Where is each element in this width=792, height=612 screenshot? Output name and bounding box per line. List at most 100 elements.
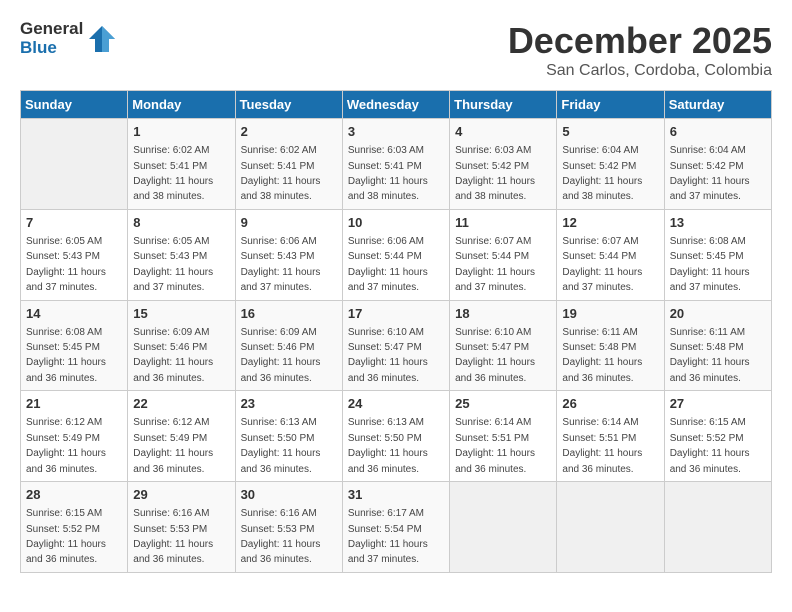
- calendar-day-cell: [557, 482, 664, 573]
- calendar-day-cell: 13 Sunrise: 6:08 AMSunset: 5:45 PMDaylig…: [664, 209, 771, 300]
- day-number: 8: [133, 214, 229, 232]
- day-number: 4: [455, 123, 551, 141]
- day-number: 11: [455, 214, 551, 232]
- day-number: 16: [241, 305, 337, 323]
- logo-blue: Blue: [20, 39, 83, 58]
- day-info: Sunrise: 6:12 AMSunset: 5:49 PMDaylight:…: [26, 417, 106, 474]
- calendar-day-cell: 14 Sunrise: 6:08 AMSunset: 5:45 PMDaylig…: [21, 300, 128, 391]
- calendar-week-row: 1 Sunrise: 6:02 AMSunset: 5:41 PMDayligh…: [21, 119, 772, 210]
- day-of-week-header: Monday: [128, 91, 235, 119]
- calendar-day-cell: 24 Sunrise: 6:13 AMSunset: 5:50 PMDaylig…: [342, 391, 449, 482]
- day-number: 28: [26, 486, 122, 504]
- calendar-day-cell: 28 Sunrise: 6:15 AMSunset: 5:52 PMDaylig…: [21, 482, 128, 573]
- calendar-day-cell: 18 Sunrise: 6:10 AMSunset: 5:47 PMDaylig…: [450, 300, 557, 391]
- day-number: 30: [241, 486, 337, 504]
- calendar-day-cell: 27 Sunrise: 6:15 AMSunset: 5:52 PMDaylig…: [664, 391, 771, 482]
- calendar-day-cell: 4 Sunrise: 6:03 AMSunset: 5:42 PMDayligh…: [450, 119, 557, 210]
- day-number: 1: [133, 123, 229, 141]
- calendar-day-cell: 21 Sunrise: 6:12 AMSunset: 5:49 PMDaylig…: [21, 391, 128, 482]
- day-info: Sunrise: 6:14 AMSunset: 5:51 PMDaylight:…: [455, 417, 535, 474]
- day-info: Sunrise: 6:05 AMSunset: 5:43 PMDaylight:…: [26, 236, 106, 293]
- day-number: 15: [133, 305, 229, 323]
- day-number: 17: [348, 305, 444, 323]
- day-info: Sunrise: 6:09 AMSunset: 5:46 PMDaylight:…: [133, 327, 213, 384]
- day-info: Sunrise: 6:08 AMSunset: 5:45 PMDaylight:…: [26, 327, 106, 384]
- calendar-table: SundayMondayTuesdayWednesdayThursdayFrid…: [20, 90, 772, 573]
- day-info: Sunrise: 6:13 AMSunset: 5:50 PMDaylight:…: [348, 417, 428, 474]
- logo-text: General Blue: [20, 20, 117, 57]
- calendar-day-cell: 12 Sunrise: 6:07 AMSunset: 5:44 PMDaylig…: [557, 209, 664, 300]
- day-of-week-header: Wednesday: [342, 91, 449, 119]
- day-of-week-header: Sunday: [21, 91, 128, 119]
- day-info: Sunrise: 6:04 AMSunset: 5:42 PMDaylight:…: [562, 145, 642, 202]
- day-number: 2: [241, 123, 337, 141]
- day-info: Sunrise: 6:07 AMSunset: 5:44 PMDaylight:…: [562, 236, 642, 293]
- calendar-day-cell: 8 Sunrise: 6:05 AMSunset: 5:43 PMDayligh…: [128, 209, 235, 300]
- day-info: Sunrise: 6:08 AMSunset: 5:45 PMDaylight:…: [670, 236, 750, 293]
- day-number: 7: [26, 214, 122, 232]
- location: San Carlos, Cordoba, Colombia: [508, 62, 772, 80]
- day-number: 29: [133, 486, 229, 504]
- day-number: 12: [562, 214, 658, 232]
- day-number: 31: [348, 486, 444, 504]
- day-info: Sunrise: 6:13 AMSunset: 5:50 PMDaylight:…: [241, 417, 321, 474]
- day-number: 10: [348, 214, 444, 232]
- title-block: December 2025 San Carlos, Cordoba, Colom…: [508, 20, 772, 80]
- day-info: Sunrise: 6:10 AMSunset: 5:47 PMDaylight:…: [348, 327, 428, 384]
- logo: General Blue: [20, 20, 117, 57]
- day-of-week-header: Friday: [557, 91, 664, 119]
- calendar-day-cell: 19 Sunrise: 6:11 AMSunset: 5:48 PMDaylig…: [557, 300, 664, 391]
- day-number: 21: [26, 395, 122, 413]
- logo-general: General: [20, 20, 83, 39]
- day-info: Sunrise: 6:11 AMSunset: 5:48 PMDaylight:…: [562, 327, 642, 384]
- day-info: Sunrise: 6:06 AMSunset: 5:44 PMDaylight:…: [348, 236, 428, 293]
- calendar-week-row: 7 Sunrise: 6:05 AMSunset: 5:43 PMDayligh…: [21, 209, 772, 300]
- calendar-day-cell: 6 Sunrise: 6:04 AMSunset: 5:42 PMDayligh…: [664, 119, 771, 210]
- calendar-day-cell: 31 Sunrise: 6:17 AMSunset: 5:54 PMDaylig…: [342, 482, 449, 573]
- calendar-day-cell: 1 Sunrise: 6:02 AMSunset: 5:41 PMDayligh…: [128, 119, 235, 210]
- day-info: Sunrise: 6:12 AMSunset: 5:49 PMDaylight:…: [133, 417, 213, 474]
- header: General Blue December 2025 San Carlos, C…: [20, 20, 772, 80]
- day-number: 6: [670, 123, 766, 141]
- day-of-week-header: Saturday: [664, 91, 771, 119]
- calendar-day-cell: 3 Sunrise: 6:03 AMSunset: 5:41 PMDayligh…: [342, 119, 449, 210]
- logo-icon: [87, 24, 117, 54]
- calendar-day-cell: 25 Sunrise: 6:14 AMSunset: 5:51 PMDaylig…: [450, 391, 557, 482]
- calendar-day-cell: [664, 482, 771, 573]
- day-number: 3: [348, 123, 444, 141]
- calendar-day-cell: 16 Sunrise: 6:09 AMSunset: 5:46 PMDaylig…: [235, 300, 342, 391]
- day-number: 9: [241, 214, 337, 232]
- calendar-day-cell: 5 Sunrise: 6:04 AMSunset: 5:42 PMDayligh…: [557, 119, 664, 210]
- calendar-week-row: 14 Sunrise: 6:08 AMSunset: 5:45 PMDaylig…: [21, 300, 772, 391]
- day-number: 22: [133, 395, 229, 413]
- day-number: 18: [455, 305, 551, 323]
- calendar-day-cell: 7 Sunrise: 6:05 AMSunset: 5:43 PMDayligh…: [21, 209, 128, 300]
- calendar-day-cell: 30 Sunrise: 6:16 AMSunset: 5:53 PMDaylig…: [235, 482, 342, 573]
- day-info: Sunrise: 6:10 AMSunset: 5:47 PMDaylight:…: [455, 327, 535, 384]
- day-info: Sunrise: 6:06 AMSunset: 5:43 PMDaylight:…: [241, 236, 321, 293]
- day-info: Sunrise: 6:16 AMSunset: 5:53 PMDaylight:…: [133, 508, 213, 565]
- day-number: 20: [670, 305, 766, 323]
- calendar-day-cell: 29 Sunrise: 6:16 AMSunset: 5:53 PMDaylig…: [128, 482, 235, 573]
- day-info: Sunrise: 6:03 AMSunset: 5:41 PMDaylight:…: [348, 145, 428, 202]
- day-info: Sunrise: 6:15 AMSunset: 5:52 PMDaylight:…: [670, 417, 750, 474]
- calendar-day-cell: [450, 482, 557, 573]
- day-info: Sunrise: 6:15 AMSunset: 5:52 PMDaylight:…: [26, 508, 106, 565]
- day-info: Sunrise: 6:17 AMSunset: 5:54 PMDaylight:…: [348, 508, 428, 565]
- calendar-week-row: 28 Sunrise: 6:15 AMSunset: 5:52 PMDaylig…: [21, 482, 772, 573]
- calendar-day-cell: [21, 119, 128, 210]
- calendar-day-cell: 15 Sunrise: 6:09 AMSunset: 5:46 PMDaylig…: [128, 300, 235, 391]
- day-number: 25: [455, 395, 551, 413]
- day-info: Sunrise: 6:03 AMSunset: 5:42 PMDaylight:…: [455, 145, 535, 202]
- calendar-week-row: 21 Sunrise: 6:12 AMSunset: 5:49 PMDaylig…: [21, 391, 772, 482]
- calendar-day-cell: 2 Sunrise: 6:02 AMSunset: 5:41 PMDayligh…: [235, 119, 342, 210]
- calendar-day-cell: 23 Sunrise: 6:13 AMSunset: 5:50 PMDaylig…: [235, 391, 342, 482]
- calendar-day-cell: 10 Sunrise: 6:06 AMSunset: 5:44 PMDaylig…: [342, 209, 449, 300]
- calendar-day-cell: 11 Sunrise: 6:07 AMSunset: 5:44 PMDaylig…: [450, 209, 557, 300]
- day-number: 24: [348, 395, 444, 413]
- day-info: Sunrise: 6:11 AMSunset: 5:48 PMDaylight:…: [670, 327, 750, 384]
- day-of-week-header: Tuesday: [235, 91, 342, 119]
- calendar-header-row: SundayMondayTuesdayWednesdayThursdayFrid…: [21, 91, 772, 119]
- calendar-day-cell: 20 Sunrise: 6:11 AMSunset: 5:48 PMDaylig…: [664, 300, 771, 391]
- day-info: Sunrise: 6:02 AMSunset: 5:41 PMDaylight:…: [241, 145, 321, 202]
